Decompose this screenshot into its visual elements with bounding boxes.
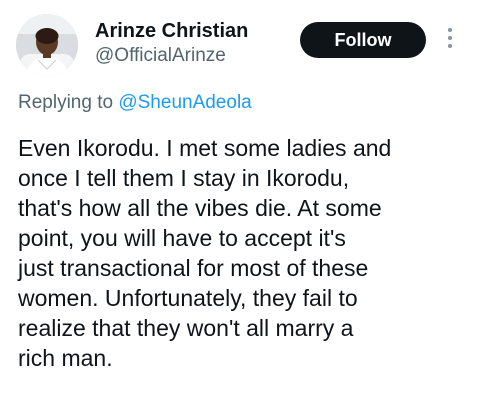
tweet-text: Even Ikorodu. I met some ladies and once… — [18, 135, 392, 371]
replying-to-line: Replying to @SheunAdeola — [18, 92, 252, 114]
author-handle[interactable]: @OfficialArinze — [95, 45, 226, 67]
user-avatar-photo-icon — [16, 14, 78, 76]
more-vertical-icon[interactable] — [445, 28, 455, 52]
avatar[interactable] — [16, 14, 78, 76]
follow-button[interactable]: Follow — [300, 22, 426, 58]
author-name[interactable]: Arinze Christian — [95, 20, 248, 43]
mention-link[interactable]: @SheunAdeola — [118, 92, 251, 113]
replying-prefix: Replying to — [18, 92, 119, 113]
tweet-card: Arinze Christian @OfficialArinze Follow … — [0, 0, 480, 420]
